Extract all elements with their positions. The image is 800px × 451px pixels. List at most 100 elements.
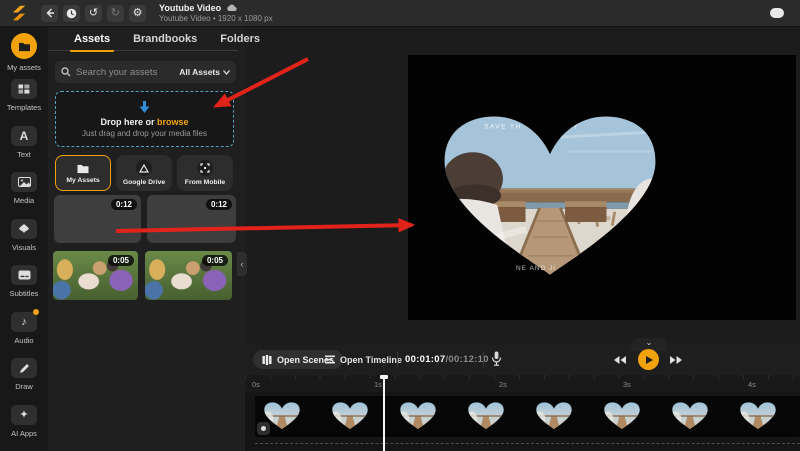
sidebar-item-ai-apps[interactable]: ✦ AI Apps [0,404,48,447]
sidebar-item-media[interactable]: Media [0,172,48,214]
sidebar-item-text[interactable]: A Text [0,125,48,168]
tab-folders[interactable]: Folders [220,27,260,51]
google-drive-button[interactable]: Google Drive [116,155,172,191]
duration-badge: 0:12 [110,199,137,210]
visuals-icon [19,224,29,234]
editor-main: SAVE TH ILL DAY NE AND JI Open Scenes Op… [245,27,800,451]
clip-frame-thumbnail [467,401,505,431]
chevron-down-icon: ⌄ [645,338,653,347]
timeline-controlbar: Open Scenes Open Timeline 00:01:07/00:12… [245,338,800,375]
tab-brandbooks[interactable]: Brandbooks [133,27,197,51]
asset-thumbnail-2[interactable]: 0:12 [147,195,236,243]
open-timeline-button[interactable]: Open Timeline [325,350,402,369]
download-arrow-icon [139,100,150,113]
folder-icon [18,42,30,51]
chat-icon[interactable] [770,8,784,18]
music-note-icon: ♪ [21,315,27,328]
undo-icon: ↺ [88,6,99,19]
notification-dot [33,308,39,315]
clip-frame-thumbnail [399,401,437,431]
timecode: 00:01:07/00:12:10 [405,354,489,365]
microphone-button[interactable] [491,351,502,372]
ruler-label: 3s [623,380,631,389]
arrow-left-icon [46,8,54,18]
video-overlay-text-bottom: NE AND JI [515,265,557,272]
cloud-sync-icon [227,4,237,12]
panel-tabs: Assets Brandbooks Folders [48,27,260,52]
gear-icon: ⚙ [132,6,143,19]
letter-a-icon: A [19,128,29,143]
canvas-area: SAVE TH ILL DAY NE AND JI [245,27,800,345]
asset-filter-dropdown[interactable]: All Assets [179,67,230,77]
project-title: Youtube Video [159,3,222,13]
from-mobile-button[interactable]: From Mobile [177,155,233,191]
media-image-icon [17,177,31,188]
my-assets-button[interactable]: My Assets [55,155,111,191]
dot-icon [261,426,266,431]
timeline-ruler[interactable]: 0s 1s 2s 3s 4s [245,375,800,392]
video-frame: SAVE TH ILL DAY [444,116,656,275]
video-overlay-text-right: ILL DAY [545,124,579,131]
heart-masked-video[interactable]: SAVE TH ILL DAY [437,112,663,283]
duration-badge: 0:05 [201,255,228,266]
search-bar: All Assets [55,61,236,83]
panel-collapse-handle[interactable]: ‹ [237,252,247,276]
asset-thumbnail-1[interactable]: 0:12 [54,195,141,243]
browse-link[interactable]: browse [157,117,189,127]
sidebar-item-templates[interactable]: Templates [0,79,48,121]
search-input[interactable] [76,66,175,78]
dropzone-subtitle: Just drag and drop your media files [82,128,207,138]
redo-icon: ↻ [110,6,121,19]
sidebar-item-subtitles[interactable]: Subtitles [0,265,48,307]
topbar: ↺ ↻ ⚙ Youtube Video Youtube Video • 1920… [0,0,800,27]
clip-options-button[interactable] [257,422,270,435]
audio-track-dropline [255,443,800,444]
video-overlay-text-left: SAVE TH [484,124,521,131]
dropzone[interactable]: Drop here or browse Just drag and drop y… [55,91,234,147]
asset-thumbnail-4[interactable]: 0:05 [145,251,232,300]
timeline-icon [325,355,335,364]
search-icon [61,67,71,77]
tab-assets[interactable]: Assets [69,27,115,52]
rewind-button[interactable] [613,352,627,370]
ruler-label: 1s [374,380,382,389]
clip-frame-thumbnail [739,401,777,431]
play-button[interactable] [638,349,659,370]
redo-button[interactable]: ↻ [107,4,124,22]
settings-button[interactable]: ⚙ [129,4,146,22]
playhead[interactable] [379,375,388,451]
app-logo-icon[interactable] [10,4,28,22]
timeline-tracks [245,392,800,451]
google-drive-icon [139,163,149,173]
video-track-clip[interactable] [255,396,800,437]
duration-badge: 0:12 [205,199,232,210]
sidebar-item-my-assets[interactable]: My assets [0,33,48,75]
clip-frame-thumbnail [671,401,709,431]
asset-thumbnail-3[interactable]: 0:05 [53,251,138,300]
divider [397,352,398,367]
divider [483,352,484,367]
fast-forward-icon [670,356,682,364]
duration-badge: 0:05 [107,255,134,266]
rewind-icon [614,356,626,364]
dropzone-title: Drop here or browse [100,116,189,127]
history-button[interactable] [63,4,80,22]
templates-icon [18,84,30,95]
qr-scan-icon [200,163,210,173]
undo-button[interactable]: ↺ [85,4,102,22]
folder-icon [77,164,89,173]
clock-icon [66,8,77,18]
assets-panel: Assets Brandbooks Folders All Assets Dro… [48,27,260,451]
sidebar-item-visuals[interactable]: Visuals [0,218,48,261]
clip-frame-thumbnail [603,401,641,431]
play-icon [646,355,653,364]
transport-controls: ⌄ [613,338,683,375]
sidebar-item-audio[interactable]: ♪ Audio [0,308,48,354]
sidebar-item-draw[interactable]: Draw [0,358,48,400]
video-canvas[interactable]: SAVE TH ILL DAY NE AND JI [408,55,796,320]
back-button[interactable] [41,4,58,22]
sidebar-rail: My assets Templates A Text Media Visuals… [0,27,48,451]
source-buttons: My Assets Google Drive From Mobile [55,155,233,191]
project-subtitle: Youtube Video • 1920 x 1080 px [159,14,273,23]
fast-forward-button[interactable] [669,352,683,370]
